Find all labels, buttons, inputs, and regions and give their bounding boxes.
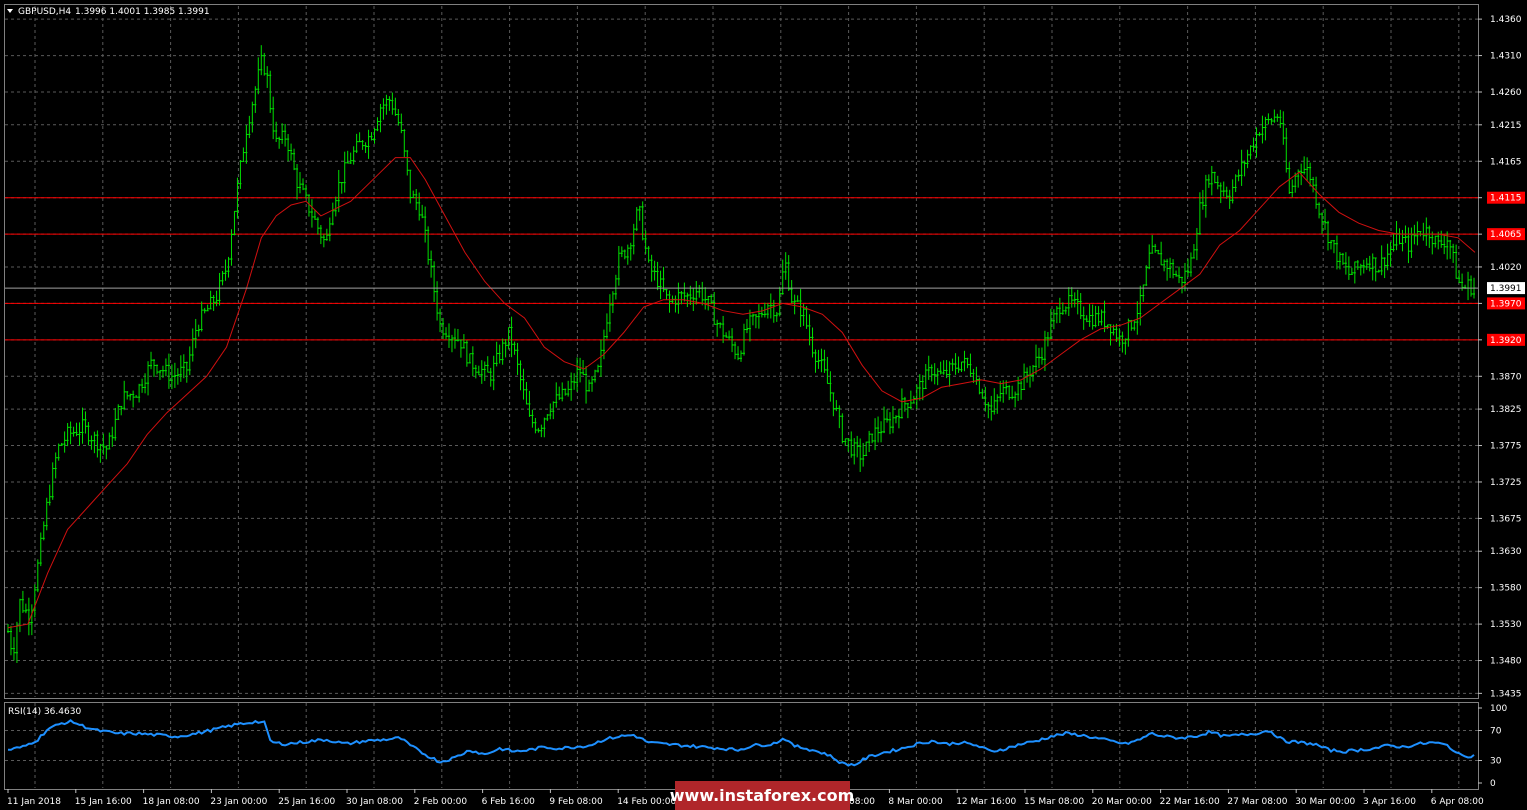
rsi-title: RSI(14) 36.4630 bbox=[8, 707, 81, 717]
price-tick-label: 1.3825 bbox=[1490, 405, 1522, 415]
time-tick-label: 6 Feb 16:00 bbox=[482, 797, 536, 807]
price-tick-label: 1.3870 bbox=[1490, 372, 1522, 382]
chart-background bbox=[0, 0, 1527, 810]
time-tick-label: 27 Mar 08:00 bbox=[1227, 797, 1287, 807]
time-tick-label: 25 Jan 16:00 bbox=[278, 797, 335, 807]
price-tick-label: 1.3435 bbox=[1490, 689, 1522, 699]
price-tick-label: 1.4020 bbox=[1490, 263, 1522, 273]
price-tick-label: 1.4215 bbox=[1490, 121, 1522, 131]
time-tick-label: 30 Mar 00:00 bbox=[1295, 797, 1355, 807]
time-tick-label: 20 Mar 00:00 bbox=[1092, 797, 1152, 807]
level-label: 1.4065 bbox=[1490, 230, 1522, 240]
current-price-label: 1.3991 bbox=[1490, 284, 1522, 294]
level-label: 1.4115 bbox=[1490, 194, 1522, 204]
ohlc-values: 1.3996 1.4001 1.3985 1.3991 bbox=[75, 7, 210, 17]
time-tick-label: 8 Mar 00:00 bbox=[888, 797, 943, 807]
watermark: www.instaforex.com bbox=[670, 781, 854, 810]
time-tick-label: 6 Apr 08:00 bbox=[1431, 797, 1484, 807]
price-tick-label: 1.3725 bbox=[1490, 478, 1522, 488]
time-tick-label: 18 Jan 08:00 bbox=[143, 797, 200, 807]
price-tick-label: 1.4360 bbox=[1490, 15, 1522, 25]
time-tick-label: 11 Jan 2018 bbox=[7, 797, 61, 807]
symbol-label: GBPUSD,H4 bbox=[18, 7, 71, 17]
time-tick-label: 22 Mar 16:00 bbox=[1160, 797, 1220, 807]
price-tick-label: 1.3675 bbox=[1490, 514, 1522, 524]
time-tick-label: 3 Apr 16:00 bbox=[1363, 797, 1416, 807]
price-tick-label: 1.3630 bbox=[1490, 547, 1522, 557]
price-tick-label: 1.3775 bbox=[1490, 442, 1522, 452]
chart-canvas: 1.4360 1.4310 1.4260 1.4215 1.4165 1.4115 1.40… bbox=[0, 0, 1527, 810]
price-tick-label: 1.4310 bbox=[1490, 52, 1522, 62]
rsi-tick-label: 70 bbox=[1490, 727, 1502, 737]
watermark-text: www.instaforex.com bbox=[670, 786, 854, 805]
chart-header: GBPUSD,H4 1.3996 1.4001 1.3985 1.3991 bbox=[7, 7, 210, 17]
time-tick-label: 2 Feb 00:00 bbox=[414, 797, 468, 807]
time-tick-label: 23 Jan 00:00 bbox=[210, 797, 267, 807]
level-label: 1.3920 bbox=[1490, 336, 1522, 346]
price-tick-label: 1.3580 bbox=[1490, 584, 1522, 594]
time-tick-label: 30 Jan 08:00 bbox=[346, 797, 403, 807]
price-tick-label: 1.4165 bbox=[1490, 157, 1522, 167]
price-tick-label: 1.3530 bbox=[1490, 620, 1522, 630]
rsi-tick-label: 30 bbox=[1490, 757, 1502, 767]
time-tick-label: 15 Jan 16:00 bbox=[75, 797, 132, 807]
time-tick-label: 14 Feb 00:00 bbox=[617, 797, 676, 807]
time-tick-label: 9 Feb 08:00 bbox=[549, 797, 603, 807]
rsi-tick-label: 100 bbox=[1490, 704, 1507, 714]
price-tick-label: 1.3480 bbox=[1490, 657, 1522, 667]
time-tick-label: 15 Mar 08:00 bbox=[1024, 797, 1084, 807]
price-tick-label: 1.4260 bbox=[1490, 88, 1522, 98]
level-label: 1.3970 bbox=[1490, 299, 1522, 309]
time-tick-label: 12 Mar 16:00 bbox=[956, 797, 1016, 807]
rsi-tick-label: 0 bbox=[1490, 779, 1496, 789]
